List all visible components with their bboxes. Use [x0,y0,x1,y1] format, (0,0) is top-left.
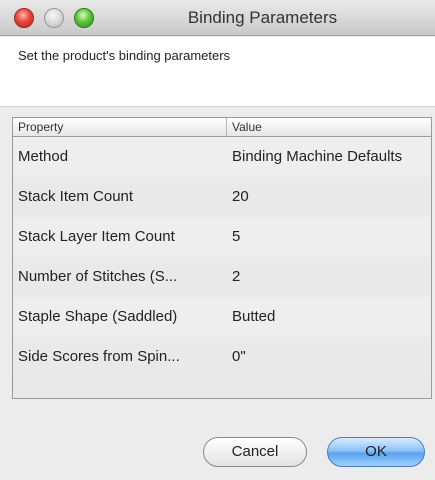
value-column-header[interactable]: Value [227,118,431,136]
table-row[interactable]: Side Scores from Spin... 0" [13,337,431,377]
table-row[interactable]: Stack Layer Item Count 5 [13,217,431,257]
property-cell: Method [18,148,69,165]
table-row[interactable]: Number of Stitches (S... 2 [13,257,431,297]
value-cell[interactable]: Butted [227,297,431,337]
table-body: Method Binding Machine Defaults Stack It… [13,137,431,377]
property-cell: Side Scores from Spin... [18,348,180,365]
value-cell[interactable]: 0" [227,337,431,377]
value-cell[interactable]: 2 [227,257,431,297]
binding-parameters-dialog: Binding Parameters Set the product's bin… [0,0,435,480]
instruction-text: Set the product's binding parameters [18,48,231,63]
table-row[interactable]: Stack Item Count 20 [13,177,431,217]
value-cell[interactable]: 20 [227,177,431,217]
instruction-panel: Set the product's binding parameters [0,37,435,107]
close-window-icon[interactable] [14,8,34,28]
title-bar[interactable]: Binding Parameters [0,0,435,36]
value-cell[interactable]: 5 [227,217,431,257]
property-cell: Stack Item Count [18,188,134,205]
property-column-header[interactable]: Property [13,118,227,136]
property-cell: Number of Stitches (S... [18,268,178,285]
value-cell[interactable]: Binding Machine Defaults [227,137,431,177]
ok-button[interactable]: OK [327,437,425,467]
zoom-window-icon[interactable] [74,8,94,28]
table-row[interactable]: Method Binding Machine Defaults [13,137,431,177]
property-cell: Stack Layer Item Count [18,228,175,245]
table-header: Property Value [13,118,431,137]
parameters-table: Property Value Method Binding Machine De… [12,117,432,399]
cancel-button[interactable]: Cancel [203,437,307,467]
window-title: Binding Parameters [187,8,338,27]
property-cell: Staple Shape (Saddled) [18,308,178,325]
minimize-window-icon[interactable] [44,8,64,28]
table-row[interactable]: Staple Shape (Saddled) Butted [13,297,431,337]
